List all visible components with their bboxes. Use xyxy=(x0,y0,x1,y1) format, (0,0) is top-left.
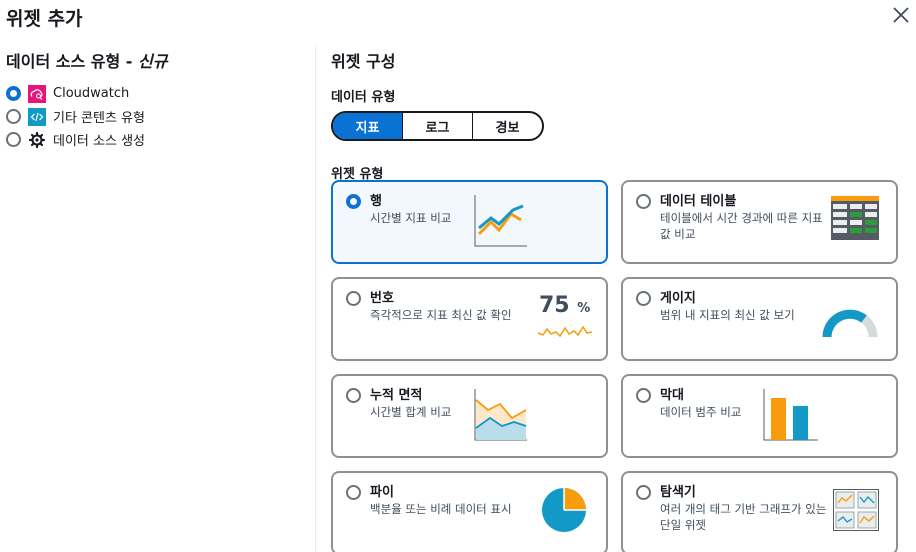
radio-button[interactable] xyxy=(6,132,21,147)
radio-button[interactable] xyxy=(636,485,651,500)
segment-logs[interactable]: 로그 xyxy=(402,113,472,139)
close-icon[interactable] xyxy=(890,4,912,26)
segment-metrics[interactable]: 지표 xyxy=(333,113,402,139)
source-create[interactable]: 데이터 소스 생성 xyxy=(6,128,306,151)
data-type-segmented-control: 지표 로그 경보 xyxy=(331,111,544,141)
widget-title: 막대 xyxy=(660,388,684,403)
widget-title: 데이터 테이블 xyxy=(660,194,737,209)
source-label: Cloudwatch xyxy=(53,86,130,101)
radio-button[interactable] xyxy=(636,291,651,306)
widget-title: 파이 xyxy=(370,485,394,500)
source-label: 기타 콘텐츠 유형 xyxy=(53,111,145,126)
radio-button[interactable] xyxy=(346,194,361,209)
widget-description: 즉각적으로 지표 최신 값 확인 xyxy=(370,308,512,322)
radio-button[interactable] xyxy=(636,388,651,403)
widget-description: 여러 개의 태그 기반 그래프가 있는 단일 위젯 xyxy=(660,502,827,532)
widget-card-explorer[interactable]: 탐색기 여러 개의 태그 기반 그래프가 있는 단일 위젯 xyxy=(621,471,898,552)
new-tag: 신규 xyxy=(137,52,168,71)
dialog-title: 위젯 추가 xyxy=(6,8,83,30)
widget-card-gauge[interactable]: 게이지 범위 내 지표의 최신 값 보기 xyxy=(621,277,898,361)
widget-card-data-table[interactable]: 데이터 테이블 테이블에서 시간 경과에 따른 지표 값 비교 xyxy=(621,180,898,264)
panel-divider xyxy=(315,45,316,552)
number-unit: % xyxy=(577,301,591,316)
radio-button[interactable] xyxy=(6,109,21,124)
data-type-label: 데이터 유형 xyxy=(331,90,396,105)
widget-card-number[interactable]: 번호 즉각적으로 지표 최신 값 확인 75 % xyxy=(331,277,608,361)
widget-title: 게이지 xyxy=(660,291,696,306)
widget-description: 테이블에서 시간 경과에 따른 지표 값 비교 xyxy=(660,211,823,241)
widget-description: 백분율 또는 비례 데이터 표시 xyxy=(370,502,512,516)
source-label: 데이터 소스 생성 xyxy=(53,134,145,149)
stacked-area-icon xyxy=(474,389,527,441)
line-chart-icon xyxy=(474,195,527,247)
data-source-panel: 데이터 소스 유형 - 신규 Cloudwatch 기타 콘텐츠 유형 데이터 … xyxy=(6,48,306,151)
cloudwatch-icon xyxy=(28,84,46,103)
segment-alarms[interactable]: 경보 xyxy=(472,113,542,139)
widget-card-line[interactable]: 행 시간별 지표 비교 xyxy=(331,180,608,264)
widget-config-panel: 위젯 구성 데이터 유형 지표 로그 경보 위젯 유형 행 시간별 지표 비교 … xyxy=(331,48,911,552)
pie-chart-icon xyxy=(542,488,586,532)
widget-description: 범위 내 지표의 최신 값 보기 xyxy=(660,308,795,322)
widget-title: 행 xyxy=(370,194,382,209)
widget-card-stacked-area[interactable]: 누적 면적 시간별 합계 비교 xyxy=(331,374,608,458)
bar-chart-icon xyxy=(763,389,818,441)
radio-button[interactable] xyxy=(636,194,651,209)
radio-button[interactable] xyxy=(6,86,21,101)
widget-config-heading: 위젯 구성 xyxy=(331,52,396,71)
radio-button[interactable] xyxy=(346,485,361,500)
data-source-heading: 데이터 소스 유형 - 신규 xyxy=(6,52,168,71)
sparkline-icon xyxy=(537,325,593,338)
source-cloudwatch[interactable]: Cloudwatch xyxy=(6,82,306,105)
number-value: 75 % xyxy=(539,293,591,318)
radio-button[interactable] xyxy=(346,291,361,306)
widget-title: 탐색기 xyxy=(660,485,696,500)
widget-title: 누적 면적 xyxy=(370,388,423,403)
gauge-icon xyxy=(822,309,878,338)
widget-card-bar[interactable]: 막대 데이터 범주 비교 xyxy=(621,374,898,458)
widget-title: 번호 xyxy=(370,291,394,306)
source-other-content[interactable]: 기타 콘텐츠 유형 xyxy=(6,105,306,128)
code-icon xyxy=(28,107,46,126)
data-table-icon xyxy=(831,196,879,240)
widget-card-pie[interactable]: 파이 백분율 또는 비례 데이터 표시 xyxy=(331,471,608,552)
radio-button[interactable] xyxy=(346,388,361,403)
explorer-grid-icon xyxy=(833,489,879,531)
gear-icon xyxy=(28,131,46,149)
